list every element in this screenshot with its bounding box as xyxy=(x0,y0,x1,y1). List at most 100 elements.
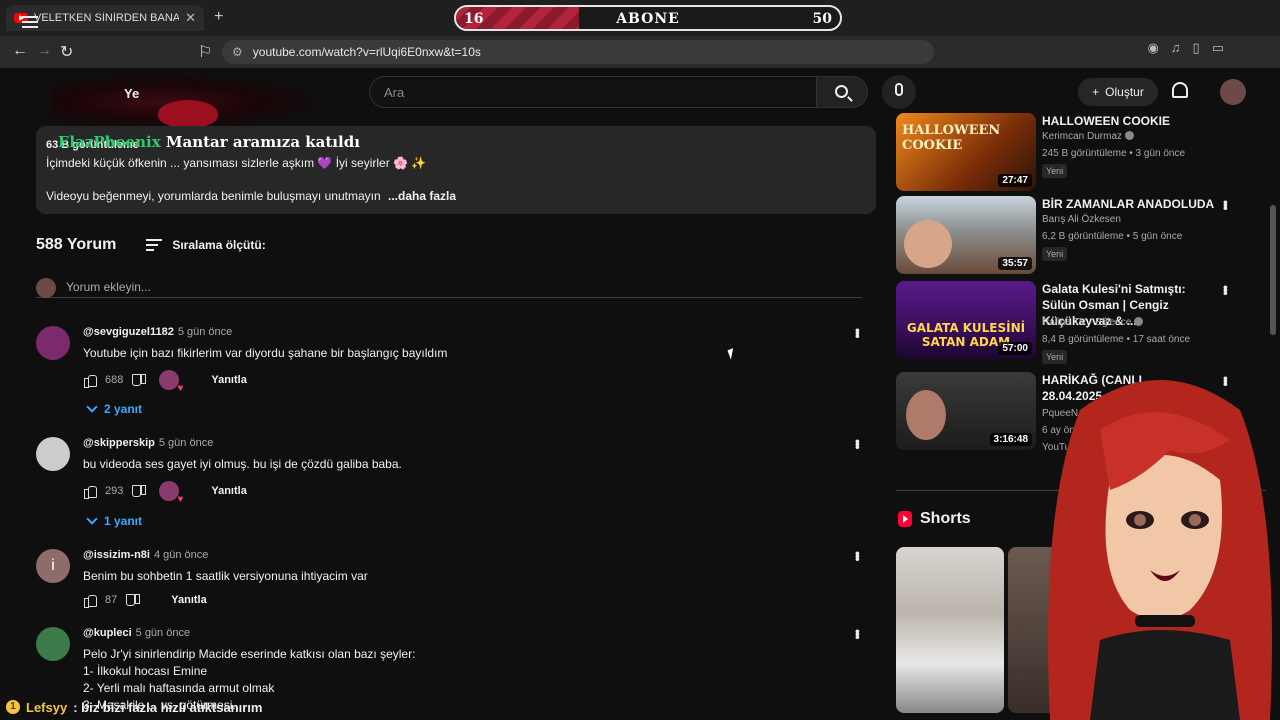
avatar[interactable] xyxy=(36,437,70,471)
site-settings-icon[interactable]: ⚙ xyxy=(232,45,243,59)
more-options-icon[interactable]: ••• xyxy=(1218,285,1234,294)
url-text: youtube.com/watch?v=rlUqi6E0nxw&t=10s xyxy=(252,45,481,59)
short-thumbnail[interactable] xyxy=(896,547,1004,713)
channel-name[interactable]: Barış Ali Özkesen xyxy=(1042,214,1121,225)
recommended-video[interactable]: HALLOWEEN COOKIE 27:47 HALLOWEEN COOKIE … xyxy=(896,113,1266,193)
more-options-icon[interactable]: ••• xyxy=(850,439,866,448)
video-thumbnail[interactable]: 35:57 xyxy=(896,196,1036,274)
forward-icon[interactable]: → xyxy=(36,42,52,60)
comment-author[interactable]: @kupleci xyxy=(83,627,132,639)
create-button[interactable]: + Oluştur xyxy=(1078,78,1158,106)
comment-time[interactable]: 5 gün önce xyxy=(159,437,213,449)
reply-button[interactable]: Yanıtla xyxy=(171,594,206,606)
search-button[interactable] xyxy=(816,76,868,108)
comment-time[interactable]: 5 gün önce xyxy=(136,627,190,639)
youtube-logo[interactable]: Ye xyxy=(124,86,139,101)
extension-icon[interactable]: ◉ xyxy=(1147,40,1158,56)
close-tab-icon[interactable]: ✕ xyxy=(185,10,196,26)
dislike-icon[interactable] xyxy=(125,593,141,607)
reload-icon[interactable]: ↻ xyxy=(60,42,73,62)
video-thumbnail[interactable]: GALATA KULESİNİ SATAN ADAM 57:00 xyxy=(896,281,1036,359)
avatar[interactable] xyxy=(36,326,70,360)
avatar[interactable] xyxy=(36,627,70,661)
comment-actions: 87 Yanıtla xyxy=(83,593,207,608)
comment-time[interactable]: 5 gün önce xyxy=(178,326,232,338)
comment-author[interactable]: @sevgiguzel1182 xyxy=(83,326,174,338)
video-title[interactable]: HALLOWEEN COOKIE xyxy=(1042,113,1218,129)
bookmark-icon[interactable]: ⚐ xyxy=(198,42,212,62)
scrollbar[interactable] xyxy=(1270,205,1276,335)
dislike-icon[interactable] xyxy=(131,484,147,498)
creator-heart-icon xyxy=(159,481,183,505)
channel-name[interactable]: Rafine TV - Eğlence xyxy=(1042,317,1144,328)
recommended-video[interactable]: 35:57 BİR ZAMANLAR ANADOLUDA Barış Ali Ö… xyxy=(896,196,1266,276)
video-thumbnail[interactable]: 3:16:48 xyxy=(896,372,1036,450)
stream-alert-overlay: ElazPhoenix Mantar aramıza katıldı xyxy=(58,133,360,151)
vtuber-avatar-overlay xyxy=(1048,380,1272,720)
description-line: İçimdeki küçük öfkenin ... yansıması siz… xyxy=(46,156,427,170)
view-replies-button[interactable]: 1 yanıt xyxy=(86,513,142,528)
channel-name[interactable]: Kerimcan Durmaz xyxy=(1042,131,1135,142)
more-options-icon[interactable]: ••• xyxy=(1218,200,1234,209)
search-icon xyxy=(835,85,848,98)
sort-icon xyxy=(146,239,163,251)
like-icon[interactable] xyxy=(83,484,97,499)
search-input[interactable]: Ara xyxy=(369,76,817,108)
url-field[interactable]: ⚙ youtube.com/watch?v=rlUqi6E0nxw&t=10s xyxy=(222,40,934,64)
search-placeholder: Ara xyxy=(384,84,405,100)
notifications-icon[interactable] xyxy=(1172,82,1188,98)
video-stats: 6,2 B görüntüleme • 5 gün önce xyxy=(1042,231,1183,242)
sidebar-icon[interactable]: ▯ xyxy=(1193,40,1200,56)
like-count: 87 xyxy=(105,594,118,606)
avatar[interactable]: i xyxy=(36,549,70,583)
wallet-icon[interactable]: ▭ xyxy=(1212,40,1224,56)
comment-meta: @kupleci 5 gün önce xyxy=(83,627,190,639)
menu-icon[interactable] xyxy=(22,16,38,28)
more-options-icon[interactable]: ••• xyxy=(850,551,866,560)
video-thumbnail[interactable]: HALLOWEEN COOKIE 27:47 xyxy=(896,113,1036,191)
more-options-icon[interactable]: ••• xyxy=(850,629,866,638)
voice-search-button[interactable] xyxy=(882,75,916,109)
browser-tab-bar: VELETKEN SİNİRDEN BANA F ✕ + 16 ABONE 50 xyxy=(0,0,1280,36)
shorts-icon xyxy=(898,511,912,527)
sort-button[interactable]: Sıralama ölçütü: xyxy=(146,238,266,252)
account-avatar[interactable] xyxy=(1220,79,1246,105)
browser-address-bar: ← → ↻ ⚐ ⚙ youtube.com/watch?v=rlUqi6E0nx… xyxy=(0,36,1280,68)
view-replies-button[interactable]: 2 yanıt xyxy=(86,401,142,416)
comment-meta: @skipperskip 5 gün önce xyxy=(83,437,213,449)
like-icon[interactable] xyxy=(83,593,97,608)
comment-author[interactable]: @issizim-n8i xyxy=(83,549,150,561)
video-title[interactable]: BİR ZAMANLAR ANADOLUDA xyxy=(1042,196,1218,212)
channel-name-text: Rafine TV - Eğlence xyxy=(1042,317,1132,328)
alert-username: ElazPhoenix xyxy=(58,133,161,151)
thumbnail-face xyxy=(904,220,952,268)
video-duration: 27:47 xyxy=(998,174,1032,187)
verified-icon xyxy=(1134,317,1144,326)
ticker-username: Lefsyy xyxy=(26,699,68,715)
thumbnail-text: HALLOWEEN COOKIE xyxy=(902,123,1001,153)
comment-meta: @sevgiguzel1182 5 gün önce xyxy=(83,326,232,338)
more-options-icon[interactable]: ••• xyxy=(850,328,866,337)
back-icon[interactable]: ← xyxy=(12,42,28,60)
shorts-label: Shorts xyxy=(920,510,971,527)
reply-button[interactable]: Yanıtla xyxy=(211,374,246,386)
comment-author[interactable]: @skipperskip xyxy=(83,437,155,449)
add-comment-field[interactable]: Yorum ekleyin... xyxy=(36,276,862,298)
chat-ticker: 1 Lefsyy : biz bizi fazla hızlı atıktsan… xyxy=(0,697,560,717)
extension-icon[interactable]: ♫ xyxy=(1171,40,1181,56)
description-line: Videoyu beğenmeyi, yorumlarda benimle bu… xyxy=(46,189,456,203)
reply-button[interactable]: Yanıtla xyxy=(211,485,246,497)
microphone-icon xyxy=(895,83,903,96)
add-comment-placeholder: Yorum ekleyin... xyxy=(66,280,151,294)
dislike-icon[interactable] xyxy=(131,373,147,387)
new-tab-button[interactable]: + xyxy=(214,8,223,26)
comment-count: 588 Yorum xyxy=(36,236,117,253)
like-icon[interactable] xyxy=(83,373,97,388)
show-more-button[interactable]: ...daha fazla xyxy=(388,189,456,203)
extension-icons: ◉ ♫ ▯ ▭ xyxy=(1147,40,1224,56)
recommended-video[interactable]: GALATA KULESİNİ SATAN ADAM 57:00 Galata … xyxy=(896,281,1266,364)
shorts-header: Shorts xyxy=(898,510,971,528)
comment-time[interactable]: 4 gün önce xyxy=(154,549,208,561)
avatar-letter: i xyxy=(51,557,55,574)
video-stats: 245 B görüntüleme • 3 gün önce xyxy=(1042,148,1186,159)
